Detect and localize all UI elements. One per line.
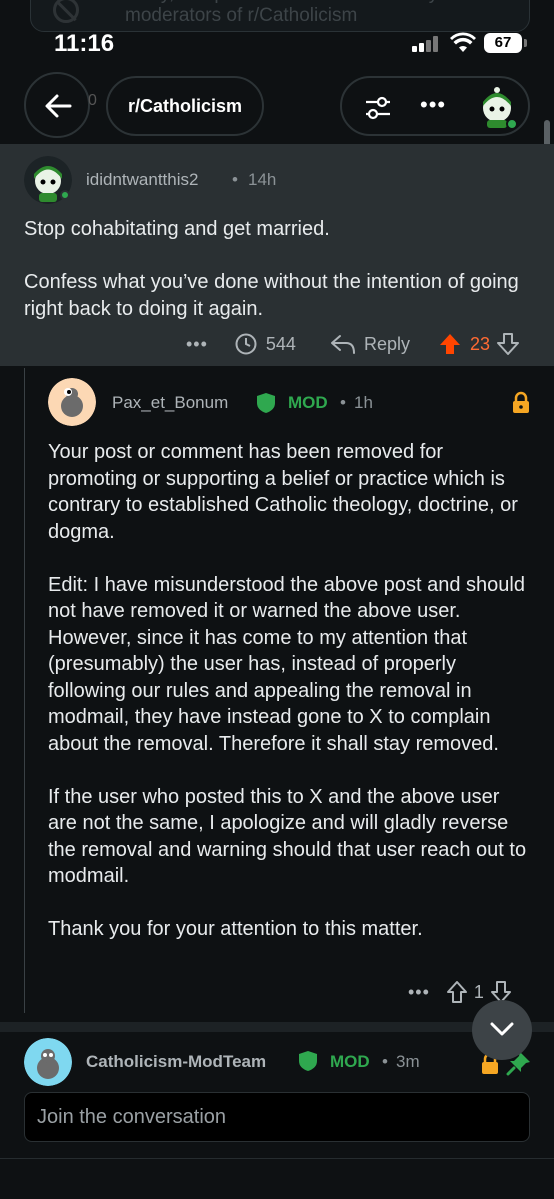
- section-divider: [0, 1022, 554, 1032]
- modteam-age: 3m: [396, 1052, 420, 1071]
- upvote-icon[interactable]: [446, 980, 468, 1004]
- comment-body: Stop cohabitating and get married. Confe…: [24, 218, 519, 320]
- comment-username[interactable]: ididntwantthis2: [86, 170, 198, 190]
- mod-comment-body: Your post or comment has been removed fo…: [48, 441, 527, 940]
- signal-icon: [412, 36, 440, 52]
- clock: 11:16: [54, 30, 115, 57]
- reply-button[interactable]: Reply: [364, 334, 410, 355]
- comment-composer[interactable]: [24, 1092, 530, 1142]
- thread-line: [24, 368, 25, 1013]
- chevron-down-icon: [490, 1022, 514, 1036]
- comment-separator: •: [232, 170, 238, 189]
- user-avatar-icon[interactable]: [474, 84, 520, 130]
- more-options-icon[interactable]: •••: [186, 334, 208, 355]
- battery-indicator: 67: [484, 33, 527, 53]
- online-dot: [60, 190, 70, 200]
- mod-separator: •: [340, 393, 346, 412]
- shield-icon: [257, 393, 275, 413]
- back-button[interactable]: [24, 72, 90, 138]
- comment-score: 23: [469, 333, 491, 354]
- lock-icon: [513, 391, 529, 413]
- join-conversation-input[interactable]: [25, 1093, 529, 1141]
- upvote-active-icon[interactable]: [438, 332, 462, 356]
- award-count: 544: [265, 333, 296, 354]
- mod-age: 1h: [354, 393, 373, 412]
- status-bar: 11:16 67: [0, 28, 554, 64]
- mod-badge: MOD: [288, 393, 328, 412]
- highlighted-comment: ididntwantthis2 • 14h Stop cohabitating …: [0, 144, 554, 366]
- removed-post-text: Sorry, this post has been removed by the…: [125, 0, 470, 26]
- peek-count: 0: [88, 92, 97, 109]
- award-icon[interactable]: [234, 332, 258, 356]
- header-actions: •••: [340, 76, 530, 136]
- bottom-divider: [0, 1158, 554, 1159]
- reply-icon[interactable]: [330, 333, 356, 355]
- more-options-icon[interactable]: •••: [408, 982, 430, 1003]
- modteam-avatar[interactable]: [24, 1038, 72, 1086]
- subreddit-pill[interactable]: r/Catholicism: [106, 76, 265, 136]
- mod-avatar[interactable]: [48, 378, 96, 426]
- modteam-username[interactable]: Catholicism-ModTeam: [86, 1052, 266, 1072]
- wifi-icon: [450, 32, 476, 52]
- downvote-icon[interactable]: [496, 332, 520, 356]
- more-options-icon[interactable]: •••: [420, 92, 446, 118]
- modteam-separator: •: [382, 1052, 388, 1071]
- modteam-badge: MOD: [330, 1052, 370, 1071]
- mod-username[interactable]: Pax_et_Bonum: [112, 393, 228, 413]
- prohibited-icon: [53, 0, 79, 23]
- sort-filter-icon[interactable]: [364, 94, 392, 122]
- comment-age: 14h: [248, 170, 277, 189]
- comment-actions: ••• 544 Reply 23: [186, 332, 520, 356]
- back-arrow-icon: [45, 94, 72, 118]
- shield-icon: [299, 1051, 317, 1071]
- mod-comment-score: 1: [473, 981, 484, 1002]
- jump-down-button[interactable]: [472, 1000, 532, 1060]
